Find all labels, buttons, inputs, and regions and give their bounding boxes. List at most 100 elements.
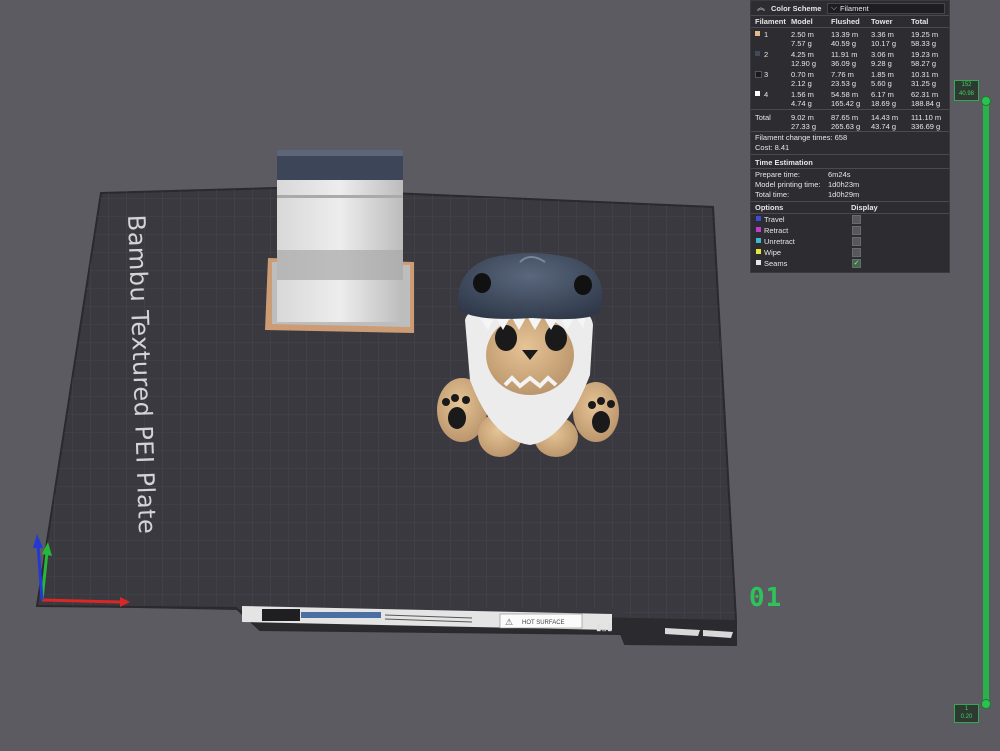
bottom-layer-height: 0.20 [960,714,973,720]
flushed-weight: 165.42 g [831,99,861,108]
model-weight: 2.12 g [791,79,812,88]
model-weight: 4.74 g [791,99,812,108]
tower-length: 1.85 m [871,70,894,79]
top-layer-handle[interactable] [981,96,991,106]
options-title: Options [755,203,784,212]
col-total: Total [911,17,929,26]
model-length: 4.25 m [791,50,814,59]
cost: Cost: 8.41 [755,143,790,152]
tower-length: 3.06 m [871,50,894,59]
option-label: Unretract [764,237,795,246]
prepare-time-label: Prepare time: [755,170,801,179]
model-length: 1.56 m [791,90,814,99]
color-scheme-dropdown[interactable]: ⌵ Filament [827,3,945,14]
total-length: 10.31 m [911,70,939,79]
retract-swatch [756,227,761,232]
flushed-length: 7.76 m [831,70,854,79]
svg-text:▮▯▮: ▮▯▮ [596,622,613,633]
flushed-length: 87.65 m [831,113,859,122]
total-time-value: 1d0h29m [828,190,860,199]
model-time-label: Model printing time: [755,180,821,189]
color-scheme-value: Filament [840,4,869,13]
total-time-label: Total time: [755,190,790,199]
top-layer-height: 40.98 [958,91,974,97]
tower-weight: 10.17 g [871,39,897,48]
model-weight: 7.57 g [791,39,812,48]
unretract-display-checkbox[interactable] [852,237,861,246]
hot-surface-label: HOT SURFACE [522,620,565,626]
top-layer-label[interactable]: 152 40.98 [954,80,979,101]
model-weight: 27.33 g [791,122,817,131]
col-model: Model [791,17,813,26]
chevron-down-icon: ⌵ [831,3,838,12]
bottom-layer-number: 1 [964,706,969,712]
display-title: Display [851,203,878,212]
tower-weight: 18.69 g [871,99,897,108]
filament-id: 3 [764,70,769,79]
tower-length: 3.36 m [871,30,894,39]
total-weight: 58.27 g [911,59,937,68]
retract-display-checkbox[interactable] [852,226,861,235]
option-label: Retract [764,226,789,235]
total-label: Total [755,113,771,122]
filament-swatch [755,31,760,36]
flushed-weight: 36.09 g [831,59,857,68]
filament-id: 2 [764,50,769,59]
model-length: 0.70 m [791,70,814,79]
seams-swatch [756,260,761,265]
filament-id: 4 [764,90,769,99]
travel-swatch [756,216,761,221]
total-weight: 58.33 g [911,39,937,48]
total-length: 19.23 m [911,50,939,59]
total-weight: 31.25 g [911,79,937,88]
col-tower: Tower [871,17,893,26]
flushed-length: 54.58 m [831,90,859,99]
prepare-time-value: 6m24s [828,170,851,179]
filament-swatch [755,51,760,56]
color-scheme-title: Color Scheme [771,4,822,13]
gcode-stats-panel: ︽ Color Scheme ⌵ Filament Filament Model… [750,0,950,273]
total-length: 111.10 m [911,113,942,122]
filament-swatch [755,71,762,78]
collapse-chevron-icon[interactable]: ︽ [757,4,765,12]
seams-display-checkbox[interactable]: ✓ [852,259,861,268]
option-label: Wipe [764,248,782,257]
option-label: Travel [764,215,785,224]
top-layer-number: 152 [961,82,972,88]
model-length: 9.02 m [791,113,814,122]
unretract-swatch [756,238,761,243]
model-time-value: 1d0h23m [828,180,860,189]
flushed-length: 11.91 m [831,50,858,59]
layer-slider-track[interactable] [983,100,989,705]
wipe-display-checkbox[interactable] [852,248,861,257]
filament-swatch [755,91,760,96]
option-label: Seams [764,259,788,268]
total-length: 62.31 m [911,90,939,99]
tower-length: 6.17 m [871,90,894,99]
bottom-layer-label[interactable]: 1 0.20 [954,704,979,723]
total-length: 19.25 m [911,30,939,39]
prime-tower [265,150,414,333]
total-weight: 336.69 g [911,122,941,131]
tower-weight: 43.74 g [871,122,897,131]
flushed-weight: 40.59 g [831,39,857,48]
bottom-layer-handle[interactable] [981,699,991,709]
wipe-swatch [756,249,761,254]
col-flushed: Flushed [831,17,860,26]
filament-id: 1 [764,30,769,39]
time-estimation-title: Time Estimation [755,158,813,167]
svg-text:⚠: ⚠ [505,618,513,628]
color-scheme-header: ︽ Color Scheme ⌵ Filament [755,3,947,14]
tower-weight: 5.60 g [871,79,892,88]
travel-display-checkbox[interactable] [852,215,861,224]
tower-length: 14.43 m [871,113,899,122]
total-weight: 188.84 g [911,99,941,108]
plate-number: 01 [749,583,783,613]
flushed-weight: 23.53 g [831,79,857,88]
filament-change-times: Filament change times: 658 [755,133,848,142]
col-filament: Filament [755,17,786,26]
flushed-length: 13.39 m [831,30,859,39]
tower-weight: 9.28 g [871,59,892,68]
model-length: 2.50 m [791,30,814,39]
model-weight: 12.90 g [791,59,817,68]
